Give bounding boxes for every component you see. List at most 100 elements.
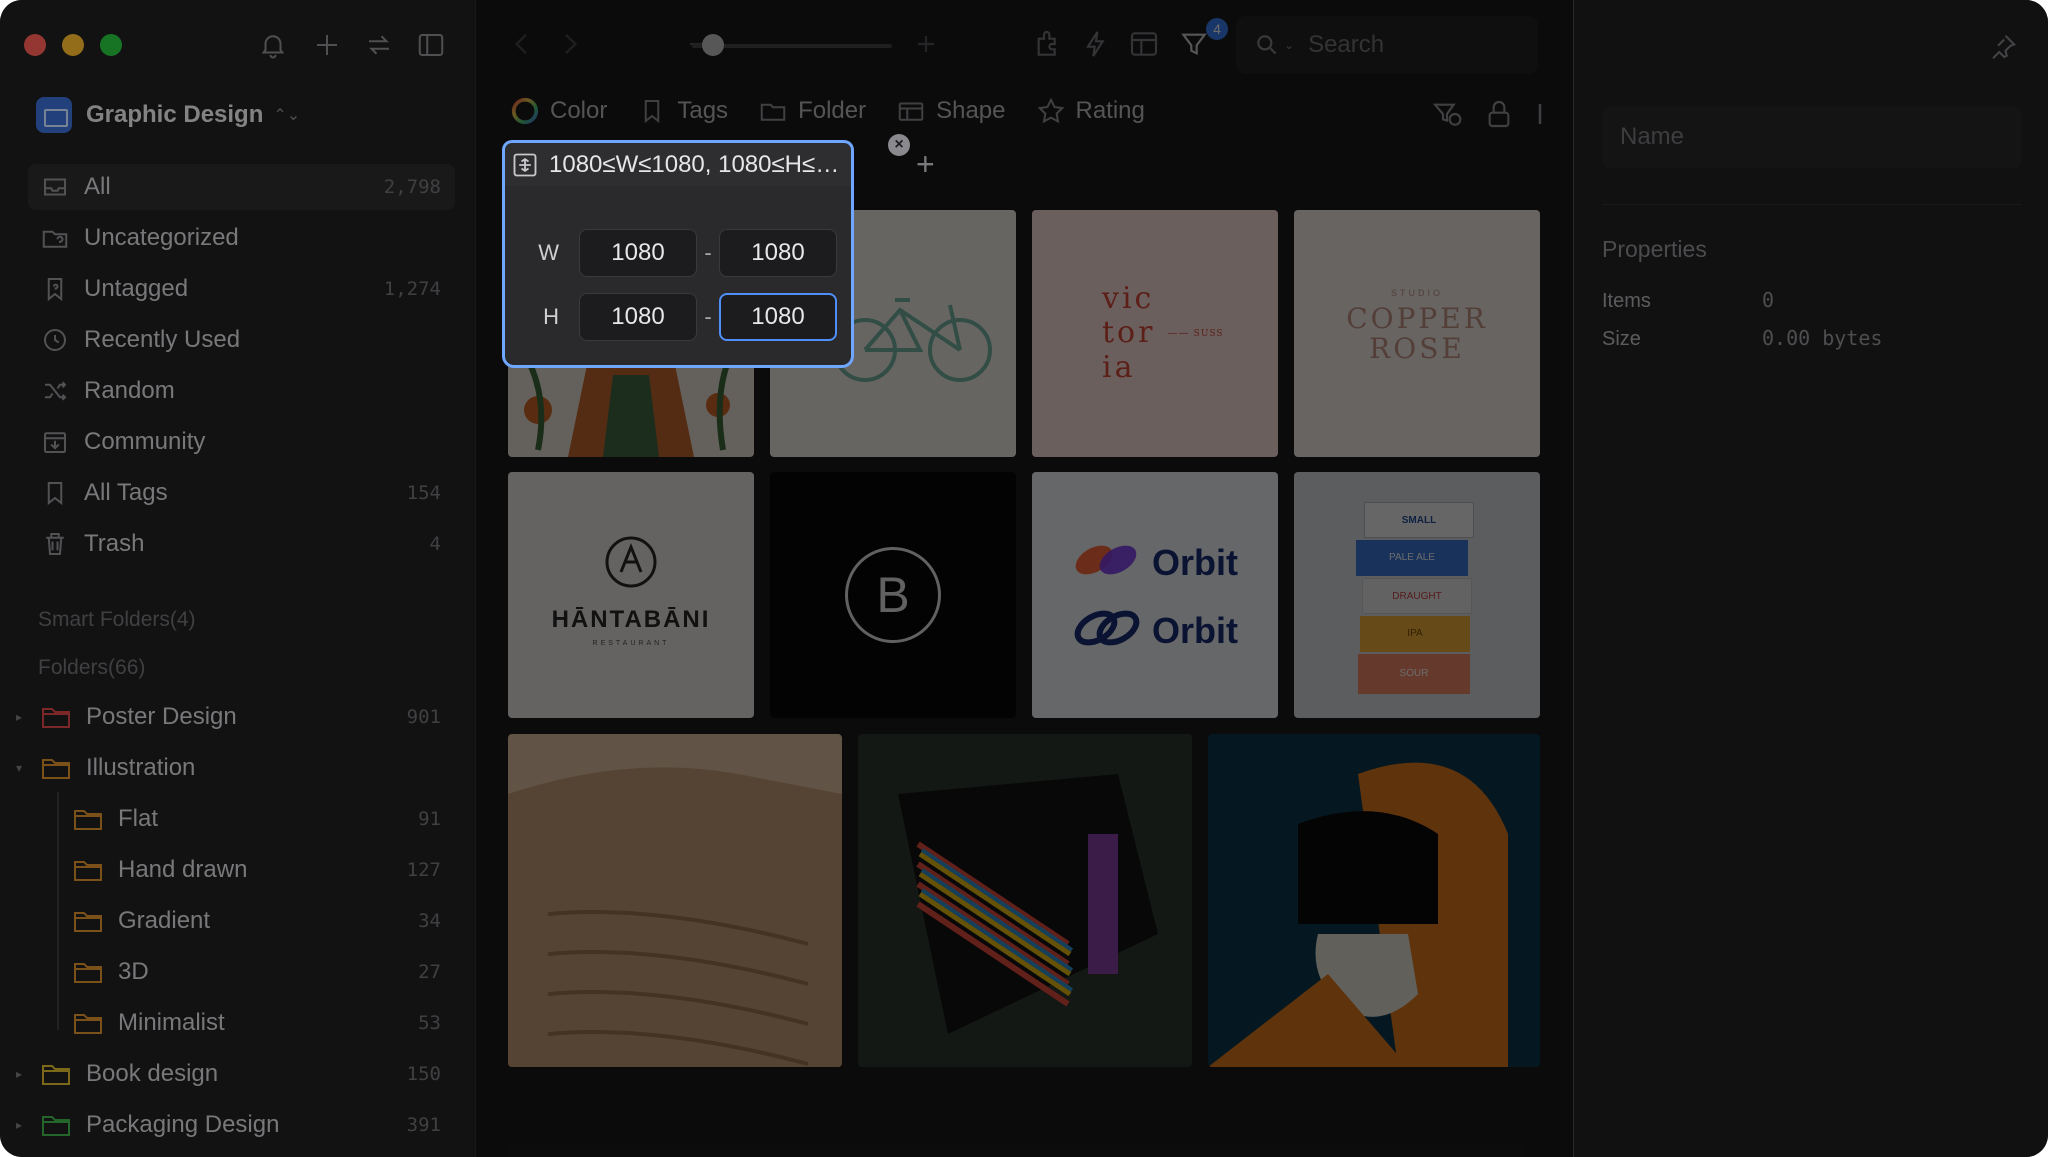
- hantabani-subtitle: RESTAURANT: [592, 640, 670, 647]
- thumb-orbit-logo[interactable]: Orbit Orbit: [1032, 472, 1278, 718]
- sidebar-item-all-tags[interactable]: All Tags 154: [28, 470, 455, 516]
- width-min-input[interactable]: 1080: [579, 229, 697, 277]
- victoria-line-3: ia: [1102, 350, 1136, 385]
- filter-bar: Color Tags Folder Shape Rating: [510, 96, 1145, 126]
- height-max-input[interactable]: 1080: [719, 293, 837, 341]
- clear-filter-icon[interactable]: [1431, 98, 1463, 130]
- library-name: Graphic Design: [86, 101, 264, 128]
- color-filter[interactable]: Color: [510, 96, 607, 126]
- folder-item-book-design[interactable]: ▸ Book design 150: [10, 1051, 455, 1097]
- smart-folders-header[interactable]: Smart Folders(4): [38, 608, 196, 632]
- size-filter-chip-label: 1080≤W≤1080, 1080≤H≤10...: [549, 150, 849, 178]
- shape-filter[interactable]: Shape: [896, 96, 1006, 126]
- action-icon[interactable]: [1080, 28, 1112, 65]
- folder-item-label: 3D: [118, 958, 149, 985]
- sidebar-item-label: Untagged: [84, 275, 189, 302]
- sidebar-item-count: 4: [429, 533, 441, 555]
- thumb-rainbow-book[interactable]: [858, 734, 1192, 1067]
- sidebar-item-recently-used[interactable]: Recently Used: [28, 317, 455, 363]
- folder-item-flat[interactable]: Flat 91: [10, 796, 455, 842]
- thumb-copper-rose-logo[interactable]: STUDIO COPPER ROSE: [1294, 210, 1540, 457]
- pin-icon[interactable]: [1988, 32, 2018, 67]
- size-value: 0.00 bytes: [1762, 326, 1883, 350]
- back-arrow-icon[interactable]: [506, 28, 538, 65]
- folder-item-packaging-design[interactable]: ▸ Packaging Design 391: [10, 1102, 455, 1148]
- folder-icon: [72, 907, 104, 935]
- height-min-input[interactable]: 1080: [579, 293, 697, 341]
- shape-filter-label: Shape: [936, 97, 1006, 124]
- copper-rose-line-1: COPPER: [1346, 302, 1488, 335]
- zoom-slider-knob[interactable]: [702, 34, 724, 56]
- folder-icon: [72, 856, 104, 884]
- folder-item-label: Hand drawn: [118, 856, 248, 883]
- folder-icon: [40, 703, 72, 731]
- items-value: 0: [1762, 288, 1775, 312]
- thumb-victoria-logo[interactable]: vic tor —— SUSS ia: [1032, 210, 1278, 457]
- folder-item-illustration[interactable]: ▾ Illustration: [10, 745, 455, 791]
- minimize-window-button[interactable]: [62, 34, 84, 56]
- star-icon: [1037, 97, 1064, 124]
- disclosure-arrow-icon[interactable]: ▸: [10, 1067, 28, 1081]
- folder-filter[interactable]: Folder: [758, 96, 866, 126]
- sidebar-item-community[interactable]: Community: [28, 419, 455, 465]
- bell-icon[interactable]: [258, 30, 288, 60]
- add-filter-button[interactable]: +: [916, 146, 935, 183]
- folder-icon: [40, 1060, 72, 1088]
- sidebar-item-uncategorized[interactable]: Uncategorized: [28, 215, 455, 261]
- folder-item-count: 91: [418, 808, 441, 830]
- remove-filter-chip-button[interactable]: ×: [888, 134, 910, 156]
- folder-item-minimalist[interactable]: Minimalist 53: [10, 1000, 455, 1046]
- sidebar-toggle-icon[interactable]: [416, 30, 446, 60]
- thumb-leather-booklets[interactable]: [508, 734, 842, 1067]
- sidebar-item-untagged[interactable]: Untagged 1,274: [28, 266, 455, 312]
- more-icon[interactable]: [1535, 98, 1545, 130]
- sidebar-item-all[interactable]: All 2,798: [28, 164, 455, 210]
- trash-icon: [40, 529, 70, 559]
- sync-icon[interactable]: [364, 30, 394, 60]
- folder-icon: [40, 1111, 72, 1139]
- add-icon[interactable]: [312, 30, 342, 60]
- sidebar-item-label: All Tags: [84, 479, 168, 506]
- maximize-window-button[interactable]: [100, 34, 122, 56]
- folder-item-gradient[interactable]: Gradient 34: [10, 898, 455, 944]
- filter-icon[interactable]: [1178, 28, 1210, 65]
- folder-item-hand-drawn[interactable]: Hand drawn 127: [10, 847, 455, 893]
- width-max-input[interactable]: 1080: [719, 229, 837, 277]
- thumb-hantabani-logo[interactable]: HĀNTABĀNI RESTAURANT: [508, 472, 754, 718]
- zoom-in-icon[interactable]: [910, 28, 942, 65]
- size-property: Size 0.00 bytes: [1602, 326, 1882, 351]
- disclosure-arrow-icon[interactable]: ▸: [10, 710, 28, 724]
- download-box-icon: [40, 427, 70, 457]
- folder-item-count: 150: [406, 1063, 441, 1085]
- disclosure-arrow-icon[interactable]: ▾: [10, 761, 28, 775]
- close-window-button[interactable]: [24, 34, 46, 56]
- thumb-vr-illustration[interactable]: [1208, 734, 1540, 1067]
- rating-filter[interactable]: Rating: [1036, 96, 1145, 126]
- size-filter-chip[interactable]: 1080≤W≤1080, 1080≤H≤10...: [502, 140, 854, 186]
- orbit-text-1: Orbit: [1152, 542, 1238, 583]
- library-switcher[interactable]: Graphic Design ⌃⌄: [36, 96, 300, 134]
- library-icon: [36, 97, 72, 133]
- name-input[interactable]: Name: [1602, 106, 2022, 168]
- search-field[interactable]: ⌄ Search: [1236, 16, 1538, 74]
- forward-arrow-icon[interactable]: [554, 28, 586, 65]
- copper-rose-line-2: ROSE: [1369, 332, 1465, 365]
- size-label: Size: [1602, 328, 1641, 350]
- layout-icon[interactable]: [1128, 28, 1160, 65]
- folder-item-3d[interactable]: 3D 27: [10, 949, 455, 995]
- disclosure-arrow-icon[interactable]: ▸: [10, 1118, 28, 1132]
- sidebar-item-random[interactable]: Random: [28, 368, 455, 414]
- folder-item-label: Book design: [86, 1060, 219, 1087]
- folder-item-label: Gradient: [118, 907, 211, 934]
- sidebar-item-trash[interactable]: Trash 4: [28, 521, 455, 567]
- folder-item-poster-design[interactable]: ▸ Poster Design 901: [10, 694, 455, 740]
- thumb-packaging-boxes[interactable]: SMALL PALE ALE DRAUGHT IPA SOUR: [1294, 472, 1540, 718]
- sidebar-item-label: Uncategorized: [84, 224, 239, 251]
- victoria-line-1: vic: [1102, 281, 1155, 316]
- lock-icon[interactable]: [1483, 98, 1515, 130]
- tags-filter[interactable]: Tags: [637, 96, 728, 126]
- folders-header[interactable]: Folders(66): [38, 656, 145, 680]
- folder-icon: [72, 958, 104, 986]
- thumb-b-logo[interactable]: B: [770, 472, 1016, 718]
- plugin-icon[interactable]: [1032, 28, 1064, 65]
